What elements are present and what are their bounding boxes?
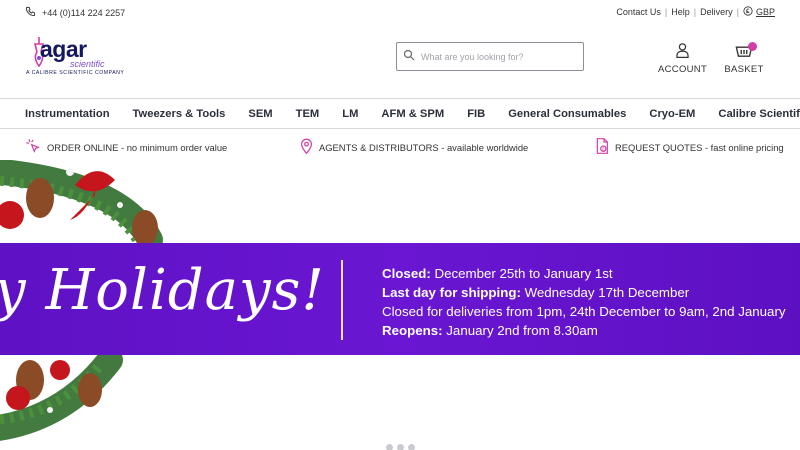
basket-count-badge bbox=[748, 42, 757, 51]
usp-title: REQUEST QUOTES bbox=[615, 141, 703, 153]
account-button[interactable]: ACCOUNT bbox=[658, 42, 708, 75]
usp-order-online[interactable]: ORDER ONLINE - no minimum order value bbox=[25, 138, 227, 156]
nav-item-tweezers-tools[interactable]: Tweezers & Tools bbox=[133, 108, 226, 120]
happy-holidays-heading: y Holidays! bbox=[0, 258, 325, 323]
search-input[interactable] bbox=[421, 51, 571, 62]
top-bar: +44 (0)114 224 2257 Contact Us | Help | … bbox=[0, 0, 800, 26]
nav-item-cryo-em[interactable]: Cryo-EM bbox=[649, 108, 695, 120]
divider: | bbox=[693, 7, 697, 17]
location-pin-icon bbox=[300, 138, 313, 156]
usp-text: - fast online pricing bbox=[702, 141, 784, 153]
nav-item-general-consumables[interactable]: General Consumables bbox=[508, 108, 626, 120]
site-logo[interactable]: agar scientific A CALIBRE SCIENTIFIC COM… bbox=[26, 36, 136, 80]
usp-title: AGENTS & DISTRIBUTORS bbox=[319, 141, 439, 153]
logo-subtitle: scientific bbox=[70, 59, 105, 69]
carousel-dot[interactable] bbox=[408, 444, 415, 450]
schedule-line-reopens: Reopens: January 2nd from 8.30am bbox=[382, 323, 598, 338]
nav-item-calibre-scientific[interactable]: Calibre Scientific bbox=[718, 108, 800, 120]
usp-agents-distributors[interactable]: AGENTS & DISTRIBUTORS - available worldw… bbox=[300, 138, 528, 156]
nav-item-afm-spm[interactable]: AFM & SPM bbox=[381, 108, 444, 120]
basket-button[interactable]: BASKET bbox=[722, 42, 766, 75]
nav-item-tem[interactable]: TEM bbox=[296, 108, 320, 120]
hero-carousel[interactable]: y Holidays! Closed: December 25th to Jan… bbox=[0, 160, 800, 450]
usp-text: - available worldwide bbox=[438, 141, 529, 153]
user-icon bbox=[675, 43, 690, 61]
main-navigation: Instrumentation Tweezers & Tools SEM TEM… bbox=[0, 98, 800, 129]
schedule-line-last-shipping: Last day for shipping: Wednesday 17th De… bbox=[382, 285, 690, 300]
basket-icon bbox=[735, 46, 753, 61]
schedule-line-deliveries: Closed for deliveries from 1pm, 24th Dec… bbox=[382, 304, 786, 319]
quote-document-icon: £ bbox=[595, 138, 609, 156]
currency-label: GBP bbox=[755, 7, 775, 17]
usp-request-quotes[interactable]: £ REQUEST QUOTES - fast online pricing bbox=[595, 138, 784, 156]
currency-selector[interactable]: GBP bbox=[743, 6, 775, 18]
carousel-pagination bbox=[386, 444, 415, 450]
nav-item-sem[interactable]: SEM bbox=[248, 108, 272, 120]
search-icon bbox=[403, 48, 415, 66]
divider: | bbox=[736, 7, 739, 17]
nav-item-fib[interactable]: FIB bbox=[467, 108, 485, 120]
help-link[interactable]: Help bbox=[671, 7, 690, 17]
nav-item-instrumentation[interactable]: Instrumentation bbox=[25, 108, 110, 120]
schedule-line-closed: Closed: December 25th to January 1st bbox=[382, 266, 613, 281]
contact-us-link[interactable]: Contact Us bbox=[616, 7, 661, 17]
search-box[interactable] bbox=[396, 42, 584, 71]
phone-number: +44 (0)114 224 2257 bbox=[42, 7, 126, 18]
account-label: ACCOUNT bbox=[658, 64, 708, 75]
delivery-link[interactable]: Delivery bbox=[700, 7, 733, 17]
svg-text:£: £ bbox=[602, 146, 605, 151]
banner-divider bbox=[341, 260, 343, 340]
holiday-schedule: Closed: December 25th to January 1st Las… bbox=[382, 264, 786, 340]
logo-tagline: A CALIBRE SCIENTIFIC COMPANY bbox=[26, 70, 125, 76]
currency-icon bbox=[743, 6, 753, 18]
usp-title: ORDER ONLINE bbox=[47, 141, 119, 153]
usp-strip: ORDER ONLINE - no minimum order value AG… bbox=[0, 130, 800, 160]
carousel-dot[interactable] bbox=[386, 444, 393, 450]
utility-links: Contact Us | Help | Delivery | GBP bbox=[616, 6, 775, 18]
phone-contact[interactable]: +44 (0)114 224 2257 bbox=[25, 6, 125, 19]
phone-icon bbox=[25, 6, 36, 19]
basket-label: BASKET bbox=[724, 64, 764, 75]
usp-text: - no minimum order value bbox=[118, 141, 228, 153]
divider: | bbox=[664, 7, 668, 17]
click-icon bbox=[25, 138, 41, 156]
carousel-dot[interactable] bbox=[397, 444, 404, 450]
nav-item-lm[interactable]: LM bbox=[342, 108, 358, 120]
